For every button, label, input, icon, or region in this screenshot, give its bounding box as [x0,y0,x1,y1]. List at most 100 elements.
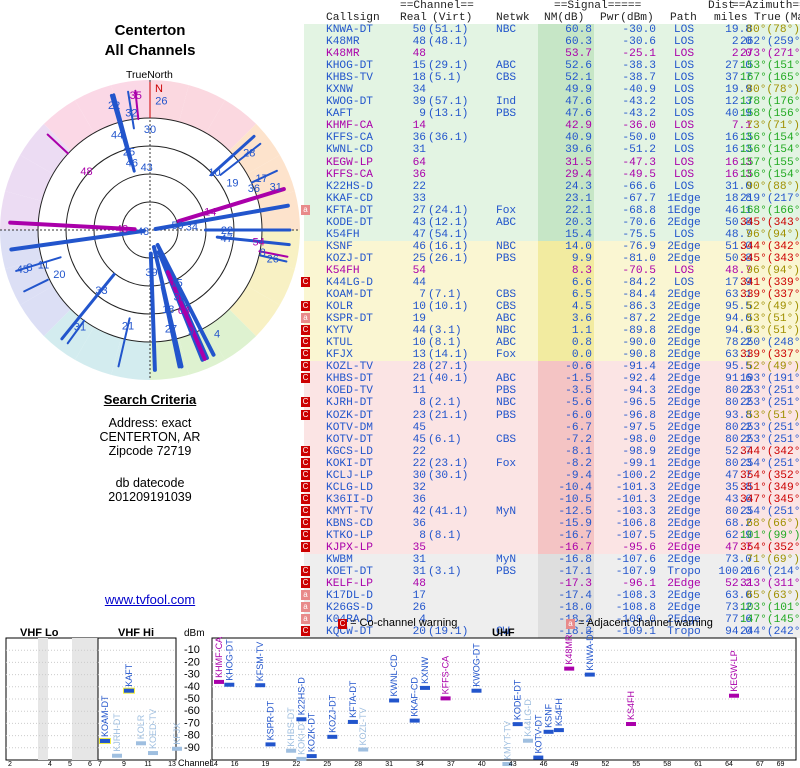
cell-pwr: -98.9 [622,445,656,458]
cell-real: 46 [412,240,426,253]
polar-channel-label: 8 [260,247,266,259]
cell-virt: (57.1) [428,96,469,109]
table-row[interactable]: CKGCS-LD22-8.1-98.92Edge52.7344°(342°) [301,445,800,458]
co-channel-warning-icon: C [301,445,310,456]
cell-path: 2Edge [667,373,701,386]
dbm-tick-label: -80 [184,730,200,742]
table-row[interactable]: KOTV-DT 45 (6.1) CBS -7.2 -98.0 2Edge 80.2 253°(… [304,433,800,446]
cell-pwr: -70.6 [622,216,656,229]
table-row[interactable]: KWNL-CD3139.6-51.2LOS16.3156°(154°) [304,144,800,157]
cell-callsign: KTUL [326,337,353,350]
cell-nm: 4.5 [571,301,592,314]
cell-pwr: -49.5 [622,168,656,181]
table-row[interactable]: K48MR4853.7-25.1LOS2.0273°(271°) [304,48,800,61]
table-row[interactable]: KOAM-DT 7 (7.1) CBS 6.5 -84.4 2Edge 63.1 339°(33… [304,289,800,302]
cell-callsign: KCLJ-LP [326,469,373,482]
table-row[interactable]: C KCLJ-LP 30 (30.1) -9.4 -100.2 2Edge 47.7 354°(… [301,469,800,482]
tvfool-link[interactable]: www.tvfool.com [0,592,300,607]
cell-virt: (3.1) [428,566,462,579]
spectrum-bar [296,717,307,722]
cell-virt: (41.1) [428,505,469,518]
cell-real: 18 [412,72,426,85]
cell-pwr: -90.8 [622,349,656,362]
table-row[interactable]: CK36II-D36-10.5-101.32Edge43.6347°(345°) [301,493,800,506]
table-row[interactable]: KWBM 31 MyN -16.8 -107.6 2Edge 73.0 71°(69°) [304,554,800,567]
dbm-tick-label: -40 [184,681,200,693]
table-row[interactable]: KHBS-TV 18 (5.1) CBS 52.1 -38.7 LOS 37.7 167°(16… [304,72,800,85]
cell-nm: 53.7 [565,48,592,61]
table-row[interactable]: aK26GS-D26-18.0-108.82Edge73.2103°(101°) [301,602,800,615]
cell-nm: 6.5 [571,289,592,302]
channel-tick-label: 52 [602,761,610,768]
cell-netwk: NBC [496,24,517,36]
cell-callsign: KHBS-DT [326,373,373,386]
table-row[interactable]: CK44LG-D446.6-84.2LOS17.9341°(339°) [301,276,800,290]
table-row[interactable]: C KTKO-LP 8 (8.1) -16.7 -107.5 2Edge 62.9 101°(9… [301,529,800,543]
polar-channel-label: 34 [186,221,198,233]
table-row[interactable]: KWOG-DT 39 (57.1) Ind 47.6 -43.2 LOS 12.3 178°(1… [304,96,800,109]
table-row[interactable]: C KOLR 10 (10.1) CBS 4.5 -86.3 2Edge 95.5 52°(49°… [301,301,800,314]
cell-real: 7 [419,289,426,302]
table-row[interactable]: a KSPR-DT 19 ABC 3.6 -87.2 2Edge 94.0 53°(51°) [301,313,800,326]
table-row[interactable]: C KHBS-DT 21 (40.1) ABC -1.5 -92.4 2Edge 91.6 193… [301,373,800,386]
table-row[interactable]: KSNF 46 (16.1) NBC 14.0 -76.9 2Edge 51.0 344°(34… [304,240,800,253]
table-row[interactable]: K48MR48(48.1)60.3-30.6LOS2.0262°(259°) [304,36,800,49]
table-row[interactable]: C KBNS-CD 36 -15.9 -106.8 2Edge 68.2 68°(66°) [301,517,800,530]
cell-azimuth: 153°(151°) [740,60,800,73]
table-row[interactable]: KOTV-DM45-6.7-97.52Edge80.2253°(251°) [304,421,800,434]
spectrum-station-label: KEGW-LP [729,650,739,691]
table-row[interactable]: a KFTA-DT 27 (24.1) Fox 22.1 -68.8 1Edge 46.1 168… [301,204,800,217]
table-row[interactable]: CKJPX-LP35-16.7-95.62Edge47.7354°(352°) [301,542,800,555]
table-row[interactable]: C KMYT-TV 42 (41.1) MyN -12.5 -103.3 2Edge 80.3 2… [301,505,800,518]
table-row[interactable]: KFFS-CA3629.4-49.5LOS16.3156°(154°) [304,168,800,181]
polar-channel-label: 39 [145,267,157,279]
table-row[interactable]: C KFJX 13 (14.1) Fox 0.0 -90.8 2Edge 63.1 339°(33… [301,349,800,362]
channel-tick-label: 13 [168,761,176,768]
co-channel-warning-icon: C [301,373,310,384]
table-row[interactable]: K54FH 54 8.3 -70.5 LOS 48.7 96°(94°) [304,264,800,277]
cell-azimuth: 168°(166°) [740,204,800,217]
cell-pwr: -103.3 [615,505,656,518]
table-row[interactable]: C KYTV 44 (3.1) NBC 1.1 -89.8 2Edge 94.0 53°(51°) [301,325,800,338]
table-row[interactable]: a K17DL-D 17 -17.4 -108.3 2Edge 63.0 65°(63°) [301,590,800,603]
table-row[interactable]: KODE-DT 43 (12.1) ABC 20.3 -70.6 2Edge 50.8 345°… [304,216,800,229]
cell-nm: -1.5 [565,373,592,386]
table-row[interactable]: KHMF-CA 14 42.9 -36.0 LOS 7.1 73°(71°) [304,120,800,133]
table-row[interactable]: KFFS-CA 36 (36.1) 40.9 -50.0 LOS 16.3 156°(154°… [304,132,800,145]
table-row[interactable]: KNWA-DT 50 (51.1) NBC 60.8 -30.0 LOS 19.8 80°(78… [304,24,800,37]
table-row[interactable]: CKELF-LP48-17.3-96.12Edge52.2313°(311°) [301,578,800,591]
spectrum-station-label: K44LG-D [523,699,533,737]
cell-pwr: -38.3 [622,60,656,73]
channel-tick-label: 19 [262,761,270,768]
cell-pwr: -40.9 [622,84,656,97]
cell-callsign: KWOG-DT [326,96,373,109]
table-row[interactable]: K22HS-D 22 24.3 -66.6 LOS 31.0 90°(88°) [304,180,800,193]
table-row[interactable]: C KOZL-TV 28 (27.1) -0.6 -91.4 2Edge 95.5 52°(49… [301,361,800,374]
table-row[interactable]: K54FH 47 (54.1) 15.4 -75.5 LOS 48.7 96°(94°) [304,228,800,241]
cell-nm: 23.1 [565,192,592,205]
table-row[interactable]: C KTUL 10 (8.1) ABC 0.8 -90.0 2Edge 78.2 250°(248… [301,337,800,350]
table-row[interactable]: C KOKI-DT 22 (23.1) Fox -8.2 -99.1 2Edge 80.3 254… [301,457,800,470]
spectrum-station-label: KS4FH [626,691,636,720]
spectrum-station-label: KJRH-DT [112,713,122,752]
cell-azimuth: 250°(248°) [740,337,800,350]
spectrum-bar [543,729,554,734]
cell-pwr: -87.2 [622,313,656,326]
cell-nm: -16.7 [558,542,592,555]
table-row[interactable]: C KOZK-DT 23 (21.1) PBS -6.0 -96.8 2Edge 93.8 53°… [301,409,800,422]
cell-nm: 60.8 [565,24,592,36]
table-row[interactable]: KHOG-DT 15 (29.1) ABC 52.6 -38.3 LOS 27.0 153°(1… [304,60,800,73]
channel-tick-label: 40 [478,761,486,768]
table-row[interactable]: C KOET-DT 31 (3.1) PBS -17.1 -107.9 Tropo 100.0 2… [301,566,800,579]
table-row[interactable]: C KJRH-DT 8 (2.1) NBC -5.6 -96.5 2Edge 80.2 253°(… [301,397,800,410]
table-row[interactable]: KEGW-LP6431.5-47.3LOS16.3157°(155°) [304,156,800,169]
cell-pwr: -95.6 [622,542,656,555]
table-row[interactable]: KOZJ-DT 25 (26.1) PBS 9.9 -81.0 2Edge 50.8 345°(… [304,252,800,265]
table-row[interactable]: KOED-TV11PBS-3.5-94.32Edge80.2253°(251°) [304,385,800,398]
cell-real: 47 [412,228,426,241]
table-row[interactable]: CKCLG-LD32-10.4-101.32Edge35.8351°(349°) [301,481,800,494]
cell-virt: (13.1) [428,108,469,121]
table-row[interactable]: KKAF-CD3323.1-67.71Edge18.8219°(217°) [304,192,800,205]
table-row[interactable]: KXNW 34 49.9 -40.9 LOS 19.9 80°(78°) [304,84,800,97]
table-row[interactable]: KAFT9(13.1)PBS47.6-43.2LOS40.9158°(156°) [304,108,800,121]
